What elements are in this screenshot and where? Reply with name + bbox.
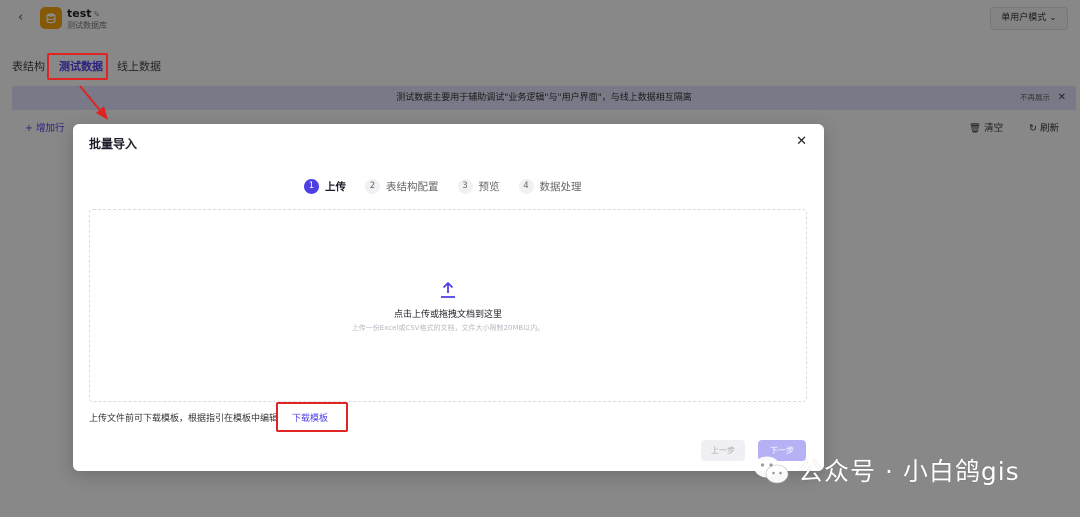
file-dropzone[interactable]: 点击上传或拖拽文档到这里 上传一份Excel或CSV格式的文档，文件大小限制20… <box>89 209 807 402</box>
prev-step-button[interactable]: 上一步 <box>701 440 745 461</box>
upload-hint: 上传一份Excel或CSV格式的文档，文件大小限制20MB以内。 <box>351 324 545 332</box>
step-label: 表结构配置 <box>386 180 439 193</box>
step-data-processing: 4 数据处理 <box>518 178 582 194</box>
upload-icon <box>441 282 455 298</box>
step-indicator: 1 上传 2 表结构配置 3 预览 4 数据处理 <box>304 178 601 194</box>
step-number: 2 <box>365 178 380 194</box>
step-label: 数据处理 <box>539 180 582 193</box>
step-upload: 1 上传 <box>304 178 346 194</box>
upload-title: 点击上传或拖拽文档到这里 <box>393 310 502 320</box>
step-number: 1 <box>304 178 319 194</box>
template-annotation-box <box>276 402 348 432</box>
template-instruction: 上传文件前可下载模板，根据指引在模板中编辑 <box>89 414 279 424</box>
step-label: 上传 <box>325 180 346 193</box>
batch-import-dialog: 批量导入 ✕ 1 上传 2 表结构配置 3 预览 4 数据处理 点击上传或拖拽文… <box>73 124 824 471</box>
close-icon[interactable]: ✕ <box>796 134 807 149</box>
step-number: 3 <box>457 178 473 194</box>
step-label: 预览 <box>478 180 500 193</box>
watermark-text: 公众号 · 小白鸽gis <box>798 457 1020 486</box>
dialog-title: 批量导入 <box>89 137 138 151</box>
tab-annotation-box <box>47 53 108 80</box>
step-schema-config: 2 表结构配置 <box>365 178 439 194</box>
watermark: 公众号 · 小白鸽gis <box>752 452 1020 488</box>
step-number: 4 <box>518 178 534 194</box>
step-preview: 3 预览 <box>457 178 500 194</box>
wechat-icon <box>754 456 789 484</box>
